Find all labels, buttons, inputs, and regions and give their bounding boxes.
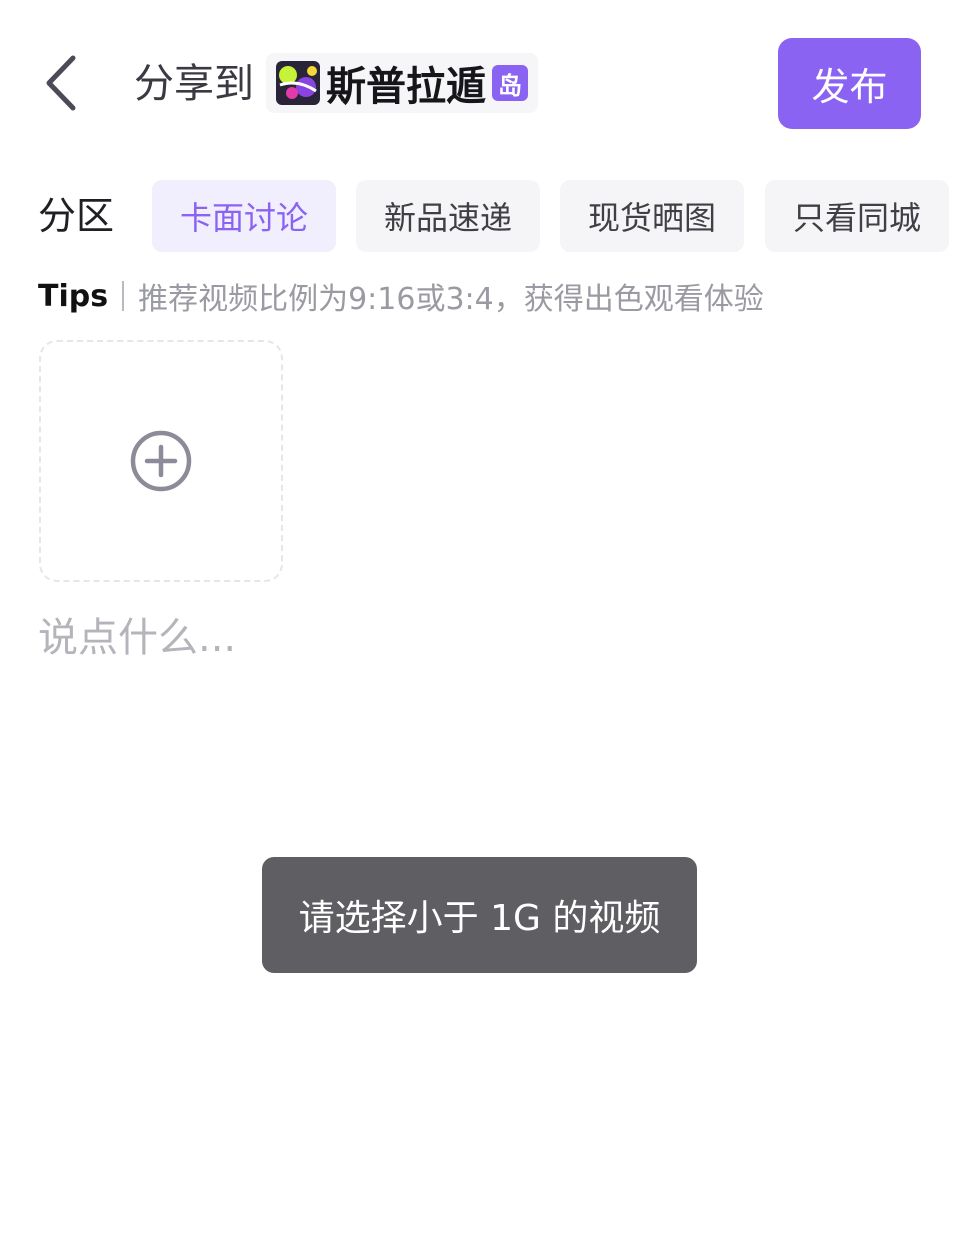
publish-button[interactable]: 发布 (778, 38, 921, 129)
share-to-label: 分享到 (134, 61, 254, 107)
tips-label: Tips (38, 278, 109, 314)
community-name: 斯普拉遁 (326, 64, 486, 110)
top-bar: 分享到 斯普拉遁 岛 发布 (0, 0, 960, 160)
tips-row: Tips 推荐视频比例为9:16或3:4，获得出色观看体验 (38, 276, 764, 318)
plus-circle-icon (130, 430, 192, 492)
community-chip[interactable]: 斯普拉遁 岛 (266, 53, 538, 113)
section-selector: 分区 卡面讨论 新品速递 现货晒图 只看同城 (0, 180, 960, 252)
post-text-input[interactable] (38, 608, 918, 668)
tab-same-city[interactable]: 只看同城 (765, 180, 949, 252)
community-logo-icon (276, 61, 320, 105)
tab-in-stock-photos[interactable]: 现货晒图 (560, 180, 744, 252)
add-video-button[interactable] (39, 340, 283, 582)
tips-divider (122, 281, 125, 311)
section-label: 分区 (38, 194, 115, 238)
island-badge: 岛 (492, 65, 528, 101)
tab-card-discussion[interactable]: 卡面讨论 (152, 180, 336, 252)
tab-new-arrivals[interactable]: 新品速递 (356, 180, 540, 252)
tips-text: 推荐视频比例为9:16或3:4，获得出色观看体验 (138, 282, 764, 317)
toast-message: 请选择小于 1G 的视频 (262, 857, 697, 973)
back-button[interactable] (30, 48, 90, 118)
chevron-left-icon (46, 55, 76, 111)
